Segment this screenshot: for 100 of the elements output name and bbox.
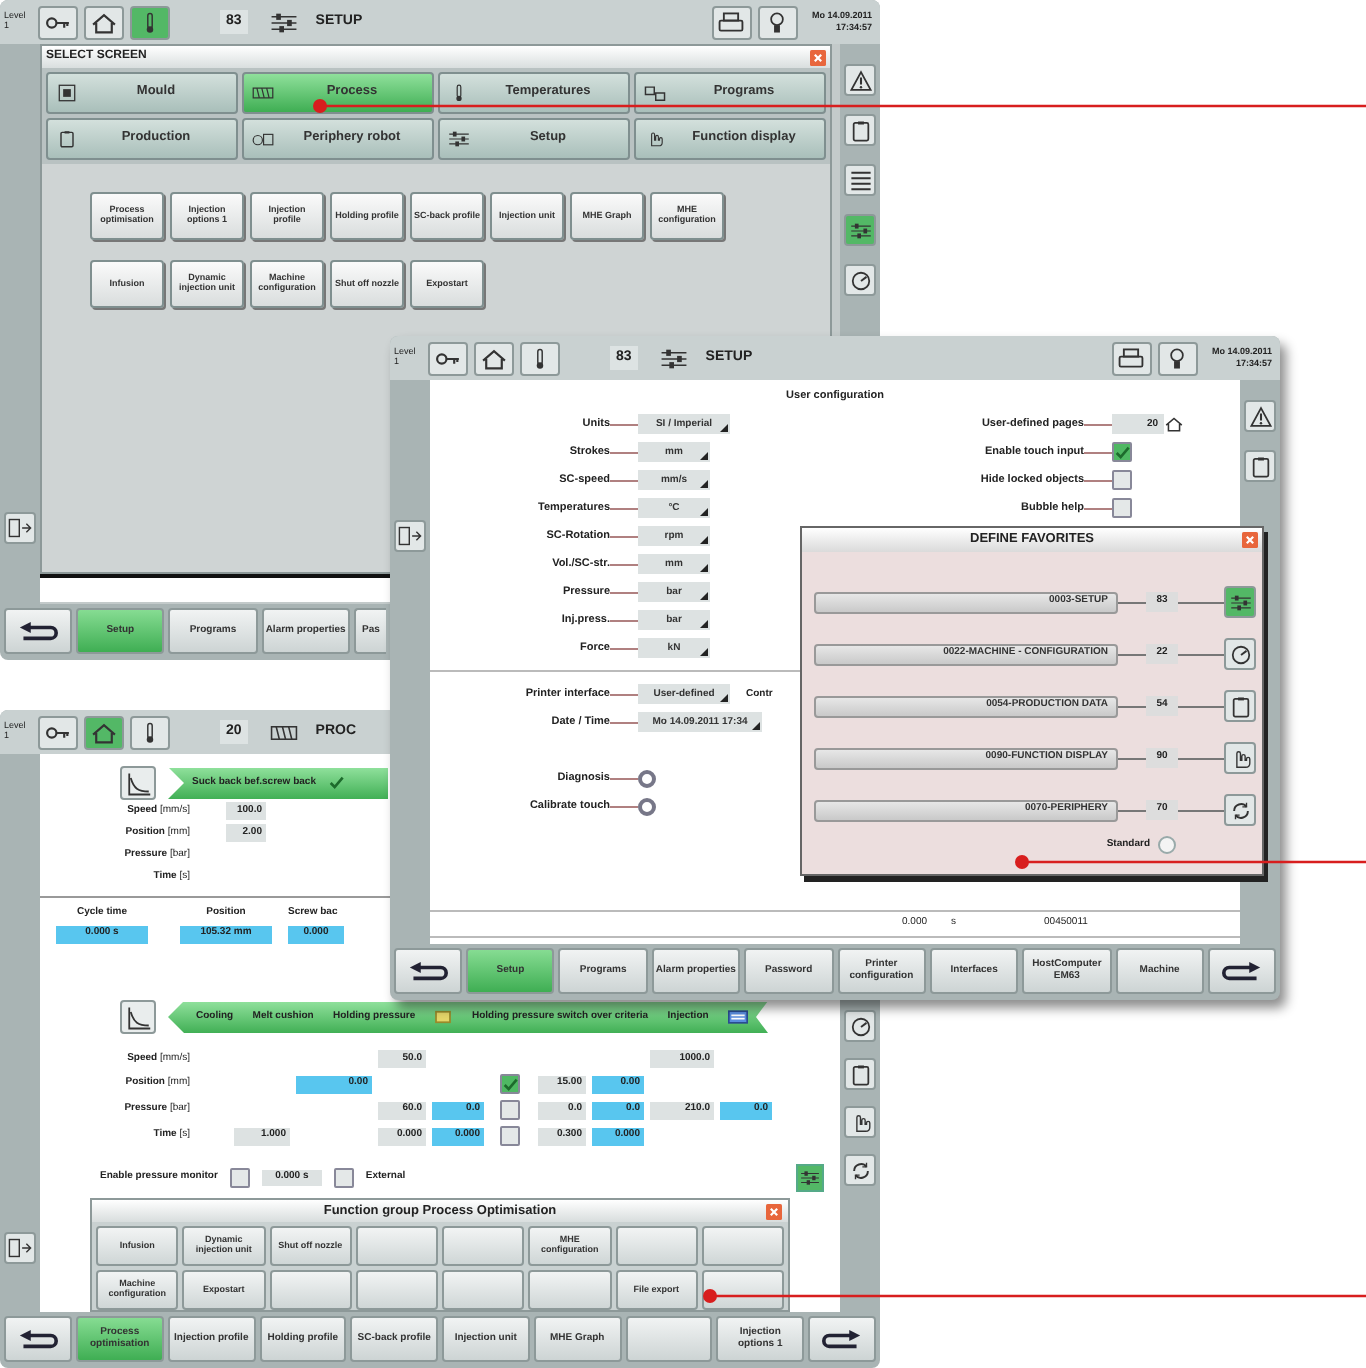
- checkbox[interactable]: [500, 1126, 520, 1146]
- checkbox[interactable]: [1112, 498, 1132, 519]
- function-button[interactable]: [355, 1226, 438, 1266]
- checkbox[interactable]: [229, 1168, 250, 1188]
- printer-button[interactable]: [1111, 341, 1152, 375]
- function-button[interactable]: [615, 1226, 698, 1266]
- warning-icon: [849, 69, 871, 91]
- function-button[interactable]: [355, 1270, 438, 1310]
- bottom-tab[interactable]: [625, 1316, 713, 1362]
- warning-icon: [1249, 405, 1271, 427]
- printer-button[interactable]: [711, 5, 752, 39]
- key-icon: [434, 347, 462, 369]
- circular-arrows-icon: [1229, 799, 1251, 821]
- favorite-tab[interactable]: [1224, 586, 1256, 618]
- exit-button[interactable]: [4, 512, 36, 544]
- close-icon[interactable]: [766, 1204, 782, 1220]
- side-tab[interactable]: [844, 1154, 876, 1186]
- favorite-tab[interactable]: [1224, 638, 1256, 670]
- side-tab[interactable]: [844, 64, 876, 96]
- nav-tab[interactable]: [84, 5, 124, 39]
- side-tab[interactable]: [844, 214, 876, 246]
- sliders-icon: [849, 219, 871, 241]
- sliders-icon: [269, 11, 298, 33]
- clipboard-icon: [1249, 455, 1271, 477]
- nav-tab[interactable]: [84, 715, 124, 749]
- checkbox[interactable]: [500, 1074, 520, 1094]
- back-arrow-icon: [18, 1329, 58, 1349]
- graph-button[interactable]: [120, 1000, 156, 1034]
- favorite-tab[interactable]: [1224, 794, 1256, 826]
- machine-icon: [252, 130, 274, 148]
- bulb-button[interactable]: [1157, 341, 1198, 375]
- checkbox[interactable]: [1112, 442, 1132, 463]
- nav-tab[interactable]: [428, 341, 468, 375]
- exit-icon: [398, 526, 422, 546]
- close-icon[interactable]: [1242, 532, 1258, 548]
- side-tab[interactable]: [1244, 400, 1276, 432]
- side-tab[interactable]: [844, 114, 876, 146]
- function-button[interactable]: [442, 1226, 525, 1266]
- printer-icon: [1118, 348, 1145, 368]
- sliders-icon: [448, 130, 470, 148]
- home-icon: [90, 11, 118, 33]
- bulb-button[interactable]: [757, 5, 798, 39]
- home-icon: [480, 347, 508, 369]
- function-button[interactable]: [442, 1270, 525, 1310]
- bulb-icon: [768, 11, 787, 33]
- checkbox[interactable]: [333, 1168, 354, 1188]
- function-button[interactable]: [701, 1226, 784, 1266]
- forward-button[interactable]: [808, 1316, 876, 1362]
- back-arrow-icon: [18, 621, 58, 641]
- side-tab[interactable]: [844, 164, 876, 196]
- back-button[interactable]: [4, 1316, 72, 1362]
- back-button[interactable]: [4, 608, 72, 654]
- screw-icon: [269, 721, 298, 743]
- side-tab[interactable]: [844, 1106, 876, 1138]
- forward-button[interactable]: [1208, 948, 1276, 994]
- close-icon[interactable]: [810, 49, 826, 65]
- sliders-button[interactable]: [796, 1164, 824, 1192]
- lines-icon: [849, 169, 871, 191]
- radio-button[interactable]: [1158, 836, 1176, 854]
- back-button[interactable]: [394, 948, 462, 994]
- sliders-icon: [659, 347, 688, 369]
- exit-button[interactable]: [4, 1232, 36, 1264]
- nav-tab[interactable]: [474, 341, 514, 375]
- checkbox[interactable]: [500, 1100, 520, 1120]
- function-button[interactable]: [701, 1270, 784, 1310]
- nav-tab[interactable]: [38, 715, 78, 749]
- sliders-icon: [1229, 591, 1251, 613]
- side-tab[interactable]: [844, 1010, 876, 1042]
- nav-tab[interactable]: [38, 5, 78, 39]
- forward-arrow-icon: [1222, 961, 1262, 981]
- windows-icon: [644, 84, 666, 102]
- back-arrow-icon: [408, 961, 448, 981]
- nav-tab[interactable]: [130, 5, 170, 39]
- checkbox[interactable]: [1112, 470, 1132, 491]
- nav-tab[interactable]: [130, 715, 170, 749]
- square-icon: [56, 84, 78, 102]
- nav-tab[interactable]: [520, 341, 560, 375]
- side-tab[interactable]: [844, 1058, 876, 1090]
- home-icon: [1164, 416, 1184, 433]
- function-button[interactable]: [528, 1270, 611, 1310]
- graph-button[interactable]: [120, 766, 156, 800]
- favorite-tab[interactable]: [1224, 742, 1256, 774]
- exit-button[interactable]: [394, 520, 426, 552]
- circular-arrows-icon: [849, 1159, 871, 1181]
- side-tab[interactable]: [1244, 450, 1276, 482]
- side-tab[interactable]: [844, 264, 876, 296]
- key-icon: [44, 721, 72, 743]
- function-button[interactable]: [269, 1270, 352, 1310]
- graph-icon: [125, 771, 151, 795]
- screw-icon: [252, 84, 274, 102]
- graph-icon: [125, 1005, 151, 1029]
- gauge-icon: [1229, 643, 1251, 665]
- clipboard-icon: [1229, 695, 1251, 717]
- exit-icon: [8, 518, 32, 538]
- check-mark-icon: [327, 776, 344, 790]
- bulb-icon: [1168, 347, 1187, 369]
- favorite-tab[interactable]: [1224, 690, 1256, 722]
- printer-icon: [718, 12, 745, 32]
- clipboard-icon: [849, 1063, 871, 1085]
- home-icon: [90, 721, 118, 743]
